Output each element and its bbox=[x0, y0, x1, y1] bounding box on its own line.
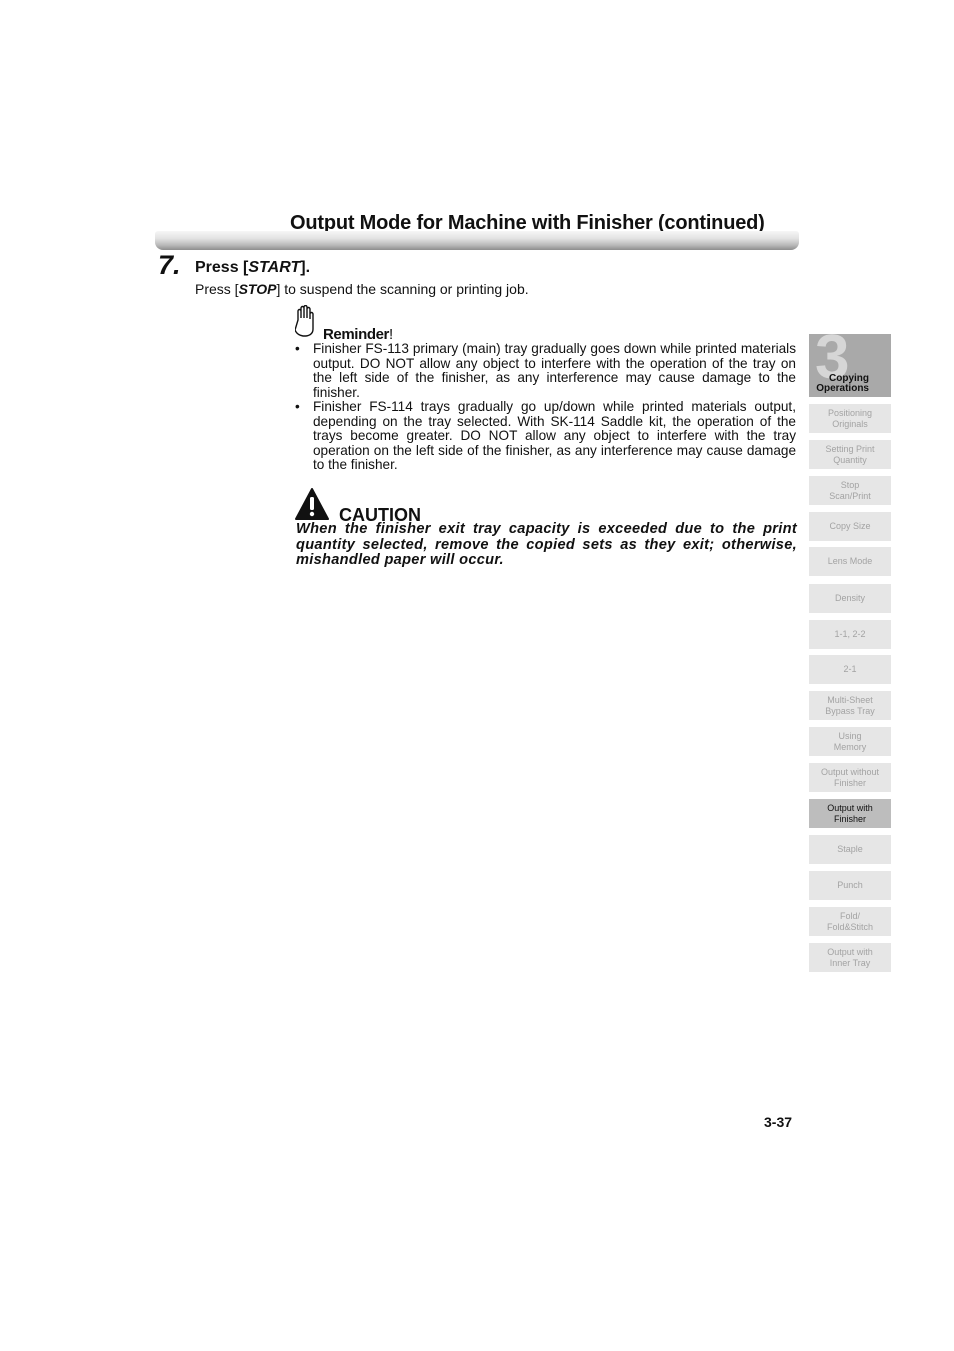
sidebar-tab-label: Fold/Fold&Stitch bbox=[827, 911, 873, 933]
sidebar-tab-label: Density bbox=[835, 593, 865, 604]
warning-icon bbox=[295, 488, 329, 525]
sidebar-tab-label-line1: Setting Print bbox=[825, 443, 875, 454]
sidebar-tab-output-without-finisher[interactable]: Output without Finisher bbox=[809, 763, 891, 792]
caution-header: CAUTION bbox=[295, 488, 421, 525]
sidebar-tab-label-line1: Stop bbox=[840, 479, 860, 490]
sidebar-tab-label-line1: Lens Mode bbox=[827, 556, 873, 566]
sidebar-tab-label-line2: Memory bbox=[833, 741, 867, 752]
sidebar-tab-label: Output with Inner Tray bbox=[827, 947, 873, 969]
caution-text: When the finisher exit tray capacity is … bbox=[296, 521, 797, 568]
sidebar-tab-2-1[interactable]: 2-1 bbox=[809, 655, 891, 684]
sidebar-tab-label: 2-1 bbox=[843, 664, 856, 675]
sidebar-tab-label-line1: Using bbox=[838, 730, 862, 741]
sidebar-tab-label-line1: Positioning bbox=[827, 407, 873, 418]
sidebar-tab-label: Stop Scan/Print bbox=[829, 480, 871, 502]
sidebar-tab-setting-print-quantity[interactable]: Setting Print Quantity bbox=[809, 440, 891, 469]
sidebar-tab-label-line1: Punch bbox=[837, 880, 863, 890]
sidebar-tab-label: Staple bbox=[837, 844, 863, 855]
sidebar-tab-output-with-inner-tray[interactable]: Output with Inner Tray bbox=[809, 943, 891, 972]
sidebar-tab-label: 1-1, 2-2 bbox=[834, 629, 865, 640]
reminder-item: • Finisher FS-113 primary (main) tray gra… bbox=[295, 341, 796, 400]
sidebar-tab-punch[interactable]: Punch bbox=[809, 871, 891, 900]
sidebar-tab-using-memory[interactable]: Using Memory bbox=[809, 727, 891, 756]
reminder-item-text: Finisher FS-114 trays gradually go up/do… bbox=[313, 399, 796, 472]
sidebar-tab-label-line1: Output without bbox=[820, 766, 880, 777]
reminder-item-text: Finisher FS-113 primary (main) tray grad… bbox=[313, 341, 796, 400]
sidebar-tab-label-line2: Inner Tray bbox=[829, 957, 871, 968]
sidebar-tab-output-with-finisher[interactable]: Output with Finisher bbox=[809, 799, 891, 828]
chapter-tab[interactable]: 3 Copying Operations bbox=[809, 334, 891, 397]
sidebar-tab-label-line1: Output with bbox=[827, 946, 873, 957]
step-heading-prefix: Press [ bbox=[195, 259, 249, 276]
sidebar-tab-label-line2: Bypass Tray bbox=[825, 705, 875, 716]
chapter-label: Copying Operations bbox=[812, 374, 869, 394]
sidebar-tab-label: Positioning Originals bbox=[828, 408, 872, 430]
step-number: 7. bbox=[158, 250, 181, 280]
sidebar-tab-staple[interactable]: Staple bbox=[809, 835, 891, 864]
reminder-list: • Finisher FS-113 primary (main) tray gra… bbox=[295, 341, 796, 473]
start-key-label: START bbox=[248, 259, 301, 276]
sidebar-tab-label-line1: Fold/ bbox=[839, 910, 860, 921]
sidebar-tab-positioning-originals[interactable]: Positioning Originals bbox=[809, 404, 891, 433]
sidebar-tab-label: Punch bbox=[837, 880, 863, 891]
sidebar-tab-multi-sheet-bypass-tray[interactable]: Multi-Sheet Bypass Tray bbox=[809, 691, 891, 720]
sidebar-tab-label: Copy Size bbox=[829, 521, 870, 532]
sidebar-tab-label-line1: 1-1, 2-2 bbox=[834, 629, 866, 639]
sidebar-tab-label-line2: Fold&Stitch bbox=[826, 921, 874, 932]
sidebar-tab-copy-size[interactable]: Copy Size bbox=[809, 512, 891, 541]
title-underline-bar bbox=[155, 231, 799, 250]
sidebar-tab-label: Multi-Sheet Bypass Tray bbox=[825, 695, 875, 717]
sidebar-tab-fold-fold-stitch[interactable]: Fold/Fold&Stitch bbox=[809, 907, 891, 936]
bullet-icon: • bbox=[295, 399, 300, 414]
sidebar-tab-1-1-2-2[interactable]: 1-1, 2-2 bbox=[809, 620, 891, 649]
sidebar-tab-label: Output with Finisher bbox=[827, 803, 873, 825]
sidebar-tab-density[interactable]: Density bbox=[809, 584, 891, 613]
sidebar-tab-lens-mode[interactable]: Lens Mode bbox=[809, 547, 891, 576]
sidebar-tab-label-line1: 2-1 bbox=[843, 664, 857, 674]
page-number: 3-37 bbox=[764, 1114, 793, 1130]
sidebar-tab-label-line2: Finisher bbox=[833, 813, 866, 824]
sidebar-tab-stop-scan-print[interactable]: Stop Scan/Print bbox=[809, 476, 891, 505]
sidebar-tab-label: Output without Finisher bbox=[821, 767, 879, 789]
sidebar-tab-label: Setting Print Quantity bbox=[825, 444, 874, 466]
sidebar-tab-label-line1: Copy Size bbox=[829, 521, 871, 531]
sidebar-tab-label: Lens Mode bbox=[828, 556, 873, 567]
sidebar-tab-label-line1: Output with bbox=[827, 802, 873, 813]
reminder-header: Reminder! bbox=[294, 304, 393, 343]
sidebar-tab-label-line1: Density bbox=[834, 593, 865, 603]
step-sub-suffix: ] to suspend the scanning or printing jo… bbox=[276, 281, 529, 297]
sidebar-tab-label-line2: Scan/Print bbox=[829, 490, 871, 501]
stop-key-label: STOP bbox=[238, 281, 277, 297]
sidebar-tab-label-line2: Originals bbox=[832, 418, 868, 429]
sidebar-tab-label-line1: Staple bbox=[837, 844, 863, 854]
hand-icon bbox=[294, 304, 317, 342]
step-heading-suffix: ]. bbox=[300, 259, 311, 276]
sidebar-tab-label-line2: Finisher bbox=[833, 777, 866, 788]
sidebar-tab-label-line1: Multi-Sheet bbox=[827, 694, 873, 705]
chapter-sidebar: 3 Copying Operations Positioning Originals… bbox=[809, 334, 891, 972]
bullet-icon: • bbox=[295, 341, 300, 356]
chapter-label-line2: Operations bbox=[816, 383, 869, 394]
step-instruction: Press [STOP] to suspend the scanning or … bbox=[195, 281, 529, 297]
reminder-item: • Finisher FS-114 trays gradually go up/d… bbox=[295, 399, 796, 473]
sidebar-tab-label-line2: Quantity bbox=[833, 454, 867, 465]
step-sub-prefix: Press [ bbox=[195, 281, 239, 297]
sidebar-tab-label: Using Memory bbox=[834, 731, 867, 753]
step-heading: Press [START]. bbox=[195, 259, 310, 277]
